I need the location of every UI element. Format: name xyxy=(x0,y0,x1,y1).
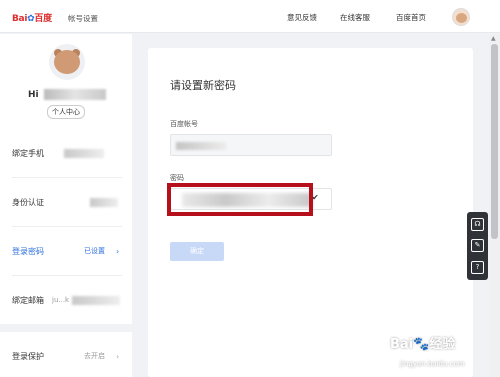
watermark-url: jingyan.baidu.com xyxy=(400,360,465,368)
sidebar-item-identity[interactable]: 身份认证 xyxy=(0,178,132,227)
check-icon: ✔ xyxy=(312,193,319,202)
sidebar-item-label: 登录保护 xyxy=(12,352,44,361)
nav-feedback[interactable]: 意见反馈 xyxy=(287,12,317,23)
nav-online-service[interactable]: 在线客服 xyxy=(340,12,370,23)
site-name: 帐号设置 xyxy=(68,14,98,23)
sidebar-item-label: 登录密码 xyxy=(12,247,44,256)
scrollbar[interactable]: ▲ xyxy=(489,34,500,377)
floating-toolbar: ☊ ✎ ? xyxy=(467,212,488,280)
top-bar: Bai✿百度 帐号设置 意见反馈 在线客服 百度首页 xyxy=(0,0,500,33)
confirm-button[interactable]: 确定 xyxy=(170,242,224,261)
sidebar-avatar[interactable] xyxy=(49,44,85,80)
scroll-up-icon[interactable]: ▲ xyxy=(491,35,496,42)
sidebar-item-status: ju...k xyxy=(52,296,70,304)
watermark-logo: Bai🐾经验 xyxy=(390,337,456,352)
edit-icon[interactable]: ✎ xyxy=(471,239,484,252)
identity-redacted xyxy=(90,198,118,207)
sidebar: Hi 个人中心 绑定手机 身份认证 登录密码 已设置 › 绑定邮箱 ju...k… xyxy=(0,34,132,377)
sidebar-item-status: 去开启 xyxy=(84,352,105,360)
sidebar-item-bind-phone[interactable]: 绑定手机 xyxy=(0,129,132,178)
sidebar-item-login-password[interactable]: 登录密码 已设置 › xyxy=(0,227,132,276)
account-redacted xyxy=(176,142,226,150)
help-icon[interactable]: ? xyxy=(471,261,484,274)
sidebar-item-bind-email[interactable]: 绑定邮箱 ju...k xyxy=(0,276,132,325)
account-field xyxy=(170,134,332,156)
headset-icon[interactable]: ☊ xyxy=(471,218,484,231)
account-label: 百度帐号 xyxy=(170,120,198,128)
chevron-right-icon: › xyxy=(116,352,120,361)
chevron-right-icon: › xyxy=(116,247,120,256)
page-title: 请设置新密码 xyxy=(170,79,236,92)
sidebar-item-label: 绑定手机 xyxy=(12,149,44,158)
scroll-thumb[interactable] xyxy=(491,44,498,239)
nav-baidu-home[interactable]: 百度首页 xyxy=(396,12,426,23)
baidu-logo[interactable]: Bai✿百度 xyxy=(12,11,52,24)
sidebar-item-label: 身份认证 xyxy=(12,198,44,207)
email-redacted xyxy=(72,296,120,305)
phone-redacted xyxy=(64,149,104,158)
personal-center-link[interactable]: 个人中心 xyxy=(47,105,85,119)
highlight-box xyxy=(167,183,313,216)
sidebar-item-login-protect[interactable]: 登录保护 去开启 › xyxy=(0,332,132,377)
sidebar-item-label: 绑定邮箱 xyxy=(12,296,44,305)
user-avatar[interactable] xyxy=(452,8,470,26)
sidebar-item-status: 已设置 xyxy=(84,247,105,255)
username: Hi xyxy=(28,90,39,100)
logo-text: Bai xyxy=(12,14,28,24)
section-gap xyxy=(0,324,132,332)
password-label: 密码 xyxy=(170,174,184,182)
logo-text-cn: 百度 xyxy=(34,14,52,24)
username-redacted xyxy=(44,89,106,100)
